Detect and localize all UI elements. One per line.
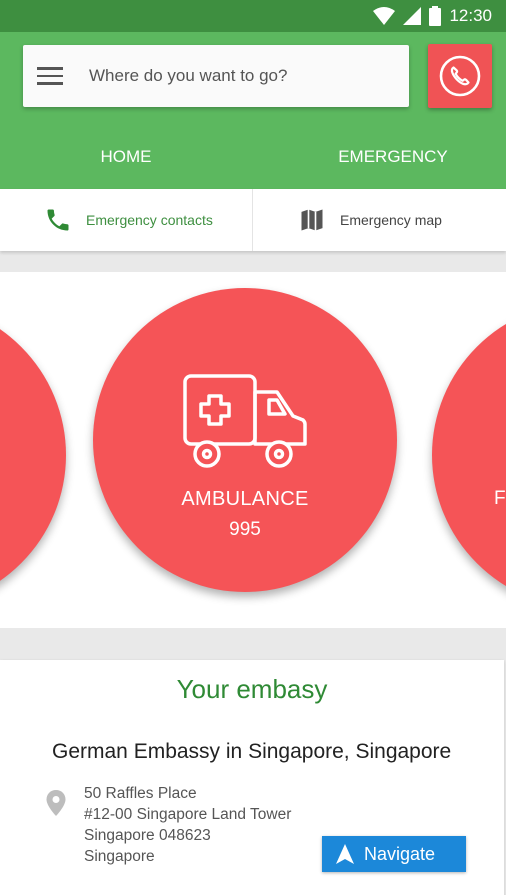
address-line: Singapore 048623 [84, 827, 211, 844]
status-bar: 12:30 [0, 0, 506, 32]
ambulance-card[interactable]: AMBULANCE 995 [93, 288, 397, 592]
status-icons: 12:30 [373, 6, 492, 26]
subtab-emergency-map[interactable]: Emergency map [253, 189, 506, 251]
navigation-arrow-icon [336, 844, 354, 864]
emergency-service-card-next[interactable]: F [432, 302, 506, 608]
emergency-service-card-prev[interactable] [0, 302, 66, 608]
navigate-button[interactable]: Navigate [322, 836, 466, 872]
map-icon [298, 206, 326, 234]
tab-emergency[interactable]: EMERGENCY [280, 128, 506, 186]
emergency-carousel: AMBULANCE 995 F [0, 272, 506, 628]
embassy-heading: Your embasy [176, 674, 328, 704]
menu-icon[interactable] [37, 67, 63, 85]
phone-icon [44, 206, 72, 234]
search-input[interactable] [89, 45, 389, 107]
embassy-address: 50 Raffles Place #12-00 Singapore Land T… [84, 783, 291, 867]
embassy-name: German Embassy in Singapore, Singapore [52, 740, 452, 763]
wifi-icon [373, 7, 396, 25]
location-pin-icon [46, 790, 66, 816]
subtab-contacts-label: Emergency contacts [86, 212, 213, 228]
embassy-card: Your embasy German Embassy in Singapore,… [0, 660, 504, 895]
navigate-label: Navigate [364, 843, 436, 864]
call-button[interactable] [428, 44, 492, 108]
ambulance-icon [183, 374, 307, 468]
address-line: Singapore [84, 848, 155, 865]
status-time: 12:30 [449, 6, 492, 25]
subtab-map-label: Emergency map [340, 212, 442, 228]
subtab-emergency-contacts[interactable]: Emergency contacts [0, 189, 252, 251]
next-card-label: F [494, 488, 506, 509]
ambulance-label: AMBULANCE [181, 488, 309, 510]
address-line: #12-00 Singapore Land Tower [84, 806, 292, 823]
phone-circle-icon [439, 55, 481, 97]
address-line: 50 Raffles Place [84, 785, 197, 802]
battery-icon [429, 6, 442, 26]
signal-icon [403, 7, 422, 25]
ambulance-number: 995 [229, 519, 261, 540]
app-bar: HOME EMERGENCY [0, 32, 506, 189]
subtab-bar: Emergency contacts Emergency map [0, 189, 506, 251]
tab-home[interactable]: HOME [0, 128, 252, 186]
search-box [23, 45, 409, 107]
